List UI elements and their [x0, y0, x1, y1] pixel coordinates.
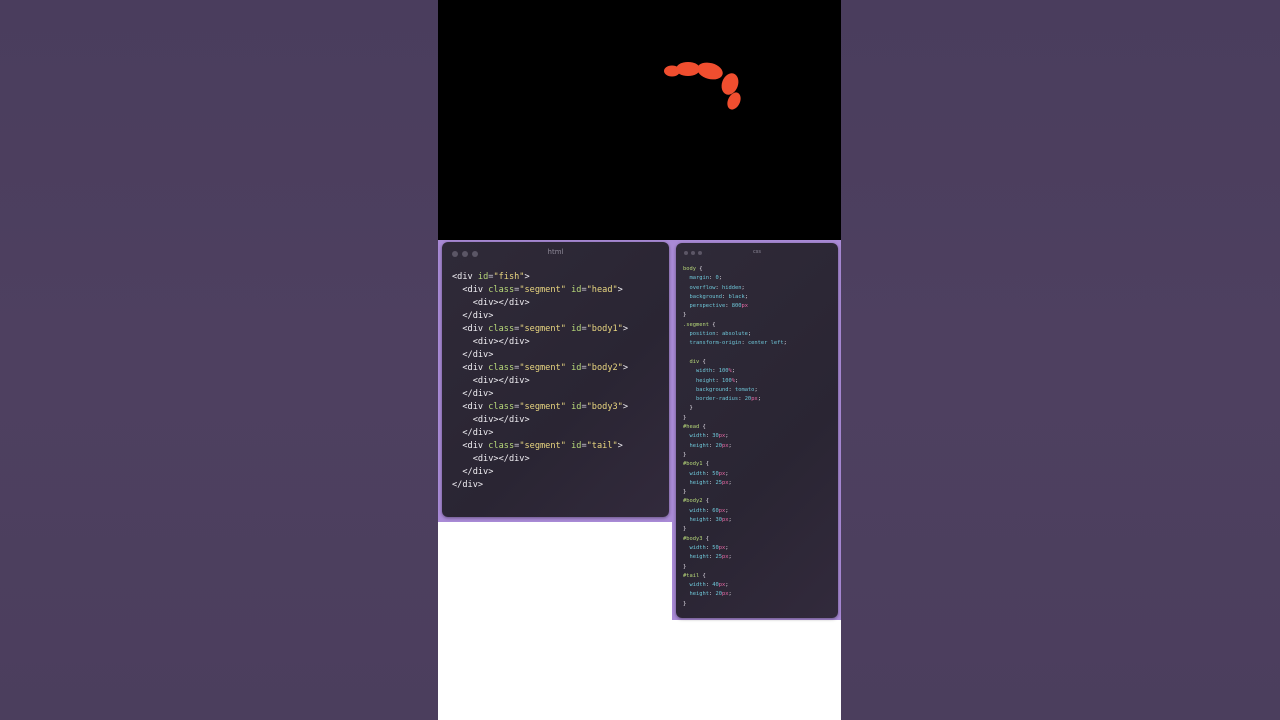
- css-code-line: perspective: 800px: [689, 303, 748, 310]
- css-code-line: height: 100%;: [695, 377, 739, 384]
- html-code-line: </div>: [452, 480, 484, 490]
- css-code-line: height: 20px;: [689, 591, 732, 598]
- css-code-line: }: [683, 526, 687, 533]
- html-code-block: <div id="fish"> <div class="segment" id=…: [452, 271, 628, 492]
- css-code-line: background: tomato;: [695, 386, 758, 393]
- css-code-line: }: [683, 414, 687, 421]
- css-code-line: position: absolute;: [689, 331, 752, 338]
- css-code-line: }: [683, 312, 687, 319]
- css-code-line: overflow: hidden;: [689, 284, 745, 291]
- css-code-line: width: 50px;: [689, 544, 729, 551]
- html-code-line: <div></div>: [472, 415, 530, 425]
- css-code-line: #tail {: [683, 572, 706, 579]
- blurred-background-right: [841, 0, 1280, 720]
- css-code-line: }: [683, 489, 687, 496]
- html-code-line: <div></div>: [472, 298, 530, 308]
- css-code-line: width: 60px;: [689, 507, 729, 514]
- video-frame: html <div id="fish"> <div class="segment…: [438, 0, 841, 720]
- html-code-line: <div></div>: [472, 454, 530, 464]
- html-code-line: <div class="segment" id="body1">: [462, 324, 629, 334]
- html-code-line: <div></div>: [472, 337, 530, 347]
- html-code-line: </div>: [462, 311, 494, 321]
- css-code-line: #body3 {: [683, 535, 709, 542]
- css-code-line: width: 50px;: [689, 470, 729, 477]
- css-code-line: transform-origin: center left;: [689, 340, 787, 347]
- html-code-line: <div class="segment" id="tail">: [462, 441, 623, 451]
- css-code-line: width: 100%;: [695, 368, 735, 375]
- preview-stage: [438, 0, 841, 240]
- css-code-line: height: 25px;: [689, 479, 732, 486]
- css-code-line: #body2 {: [683, 498, 709, 505]
- css-code-block: body { margin: 0; overflow: hidden; back…: [683, 265, 787, 609]
- css-code-line: div {: [689, 358, 706, 365]
- css-code-line: background: black;: [689, 293, 748, 300]
- fish-segment-body1: [676, 62, 700, 76]
- css-code-line: }: [683, 451, 687, 458]
- html-window-title: html: [547, 248, 564, 256]
- html-code-line: <div class="segment" id="body2">: [462, 363, 629, 373]
- css-code-line: width: 40px;: [689, 582, 729, 589]
- html-code-line: <div id="fish">: [452, 272, 530, 282]
- blurred-background-left: [0, 0, 438, 720]
- css-window-titlebar: css: [676, 243, 838, 265]
- css-code-line: #head {: [683, 424, 706, 431]
- css-code-line: #body1 {: [683, 461, 709, 468]
- html-code-line: </div>: [462, 350, 494, 360]
- css-code-line: }: [683, 600, 687, 607]
- css-code-line: width: 30px;: [689, 433, 729, 440]
- css-code-line: height: 30px;: [689, 517, 732, 524]
- html-editor-window: html <div id="fish"> <div class="segment…: [442, 242, 669, 517]
- css-code-line: }: [683, 405, 693, 412]
- css-code-line: .segment {: [683, 321, 716, 328]
- css-code-line: body {: [683, 266, 703, 272]
- fish-animation: [664, 62, 741, 110]
- html-code-line: <div></div>: [472, 376, 530, 386]
- css-window-title: css: [753, 249, 761, 255]
- css-code-line: margin: 0;: [689, 275, 722, 282]
- html-code-line: <div class="segment" id="head">: [462, 285, 623, 295]
- css-code-line: height: 25px;: [689, 554, 732, 561]
- css-code-line: height: 20px;: [689, 442, 732, 449]
- html-code-line: <div class="segment" id="body3">: [462, 402, 629, 412]
- html-code-line: </div>: [462, 389, 494, 399]
- html-code-line: </div>: [462, 428, 494, 438]
- css-code-line: }: [683, 563, 687, 570]
- css-editor-window: css body { margin: 0; overflow: hidden; …: [676, 243, 838, 618]
- fish-segment-body2: [697, 62, 723, 80]
- html-code-line: </div>: [462, 467, 494, 477]
- html-window-titlebar: html: [442, 242, 669, 264]
- css-code-line: border-radius: 20px;: [695, 396, 761, 403]
